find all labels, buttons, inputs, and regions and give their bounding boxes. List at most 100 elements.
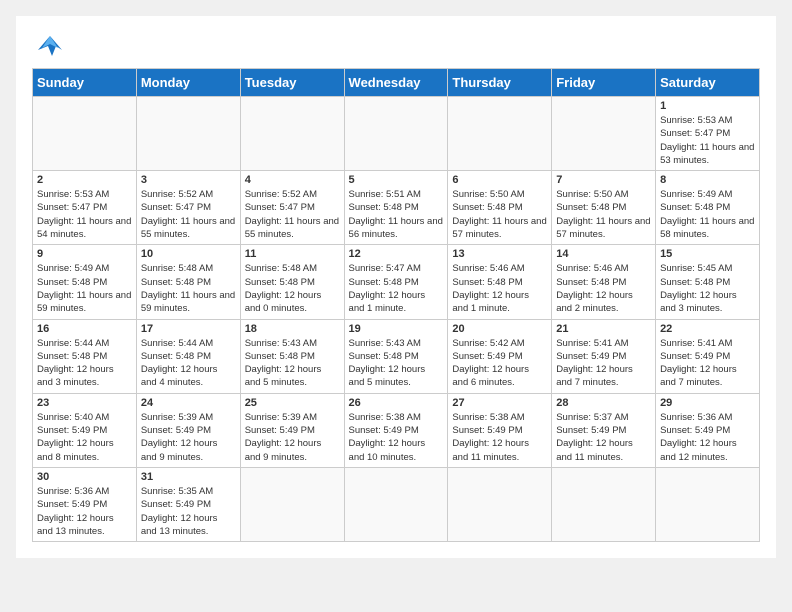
day-number: 14 — [556, 248, 651, 260]
day-info: Sunrise: 5:48 AM Sunset: 5:48 PM Dayligh… — [141, 262, 236, 315]
calendar-cell — [448, 97, 552, 171]
day-number: 6 — [452, 174, 547, 186]
day-info: Sunrise: 5:53 AM Sunset: 5:47 PM Dayligh… — [660, 114, 755, 167]
header — [32, 32, 760, 60]
day-number: 10 — [141, 248, 236, 260]
logo-icon — [32, 32, 68, 60]
day-info: Sunrise: 5:44 AM Sunset: 5:48 PM Dayligh… — [37, 337, 132, 390]
calendar-cell: 4 Sunrise: 5:52 AM Sunset: 5:47 PM Daylig… — [240, 171, 344, 245]
week-row-2: 2Sunrise: 5:53 AM Sunset: 5:47 PM Daylig… — [33, 171, 760, 245]
day-info: Sunrise: 5:46 AM Sunset: 5:48 PM Dayligh… — [452, 262, 547, 315]
day-number: 22 — [660, 323, 755, 335]
day-info: Sunrise: 5:43 AM Sunset: 5:48 PM Dayligh… — [245, 337, 340, 390]
calendar-cell: 1 Sunrise: 5:53 AM Sunset: 5:47 PM Daylig… — [656, 97, 760, 171]
calendar-cell — [552, 97, 656, 171]
day-info: Sunrise: 5:46 AM Sunset: 5:48 PM Dayligh… — [556, 262, 651, 315]
day-number: 31 — [141, 471, 236, 483]
calendar-cell: 11 Sunrise: 5:48 AM Sunset: 5:48 PM Dayli… — [240, 245, 344, 319]
day-number: 29 — [660, 397, 755, 409]
week-row-3: 9Sunrise: 5:49 AM Sunset: 5:48 PM Daylig… — [33, 245, 760, 319]
calendar-cell — [656, 467, 760, 541]
calendar-body: 1 Sunrise: 5:53 AM Sunset: 5:47 PM Daylig… — [33, 97, 760, 542]
calendar-cell: 29 Sunrise: 5:36 AM Sunset: 5:49 PM Dayli… — [656, 393, 760, 467]
calendar-cell: 23 Sunrise: 5:40 AM Sunset: 5:49 PM Dayli… — [33, 393, 137, 467]
calendar-cell: 31Sunrise: 5:35 AM Sunset: 5:49 PM Dayli… — [136, 467, 240, 541]
day-info: Sunrise: 5:43 AM Sunset: 5:48 PM Dayligh… — [349, 337, 444, 390]
calendar-cell: 18 Sunrise: 5:43 AM Sunset: 5:48 PM Dayli… — [240, 319, 344, 393]
calendar-cell — [240, 467, 344, 541]
day-info: Sunrise: 5:47 AM Sunset: 5:48 PM Dayligh… — [349, 262, 444, 315]
day-number: 12 — [349, 248, 444, 260]
day-number: 17 — [141, 323, 236, 335]
calendar-cell: 26Sunrise: 5:38 AM Sunset: 5:49 PM Dayli… — [344, 393, 448, 467]
day-info: Sunrise: 5:39 AM Sunset: 5:49 PM Dayligh… — [141, 411, 236, 464]
calendar-cell — [240, 97, 344, 171]
day-info: Sunrise: 5:44 AM Sunset: 5:48 PM Dayligh… — [141, 337, 236, 390]
day-number: 20 — [452, 323, 547, 335]
day-number: 16 — [37, 323, 132, 335]
day-info: Sunrise: 5:45 AM Sunset: 5:48 PM Dayligh… — [660, 262, 755, 315]
calendar-cell: 2Sunrise: 5:53 AM Sunset: 5:47 PM Daylig… — [33, 171, 137, 245]
week-row-4: 16 Sunrise: 5:44 AM Sunset: 5:48 PM Dayli… — [33, 319, 760, 393]
day-info: Sunrise: 5:50 AM Sunset: 5:48 PM Dayligh… — [556, 188, 651, 241]
calendar-cell — [136, 97, 240, 171]
day-info: Sunrise: 5:50 AM Sunset: 5:48 PM Dayligh… — [452, 188, 547, 241]
day-number: 2 — [37, 174, 132, 186]
day-info: Sunrise: 5:38 AM Sunset: 5:49 PM Dayligh… — [349, 411, 444, 464]
day-number: 3 — [141, 174, 236, 186]
day-info: Sunrise: 5:36 AM Sunset: 5:49 PM Dayligh… — [660, 411, 755, 464]
day-number: 24 — [141, 397, 236, 409]
day-number: 13 — [452, 248, 547, 260]
day-info: Sunrise: 5:40 AM Sunset: 5:49 PM Dayligh… — [37, 411, 132, 464]
calendar-cell — [448, 467, 552, 541]
day-info: Sunrise: 5:51 AM Sunset: 5:48 PM Dayligh… — [349, 188, 444, 241]
day-number: 18 — [245, 323, 340, 335]
day-info: Sunrise: 5:48 AM Sunset: 5:48 PM Dayligh… — [245, 262, 340, 315]
calendar-cell: 24 Sunrise: 5:39 AM Sunset: 5:49 PM Dayli… — [136, 393, 240, 467]
weekday-header-wednesday: Wednesday — [344, 69, 448, 97]
calendar-cell: 9Sunrise: 5:49 AM Sunset: 5:48 PM Daylig… — [33, 245, 137, 319]
day-number: 25 — [245, 397, 340, 409]
day-info: Sunrise: 5:36 AM Sunset: 5:49 PM Dayligh… — [37, 485, 132, 538]
calendar-cell — [344, 97, 448, 171]
weekday-header-tuesday: Tuesday — [240, 69, 344, 97]
calendar-cell: 5 Sunrise: 5:51 AM Sunset: 5:48 PM Daylig… — [344, 171, 448, 245]
calendar-cell: 7Sunrise: 5:50 AM Sunset: 5:48 PM Daylig… — [552, 171, 656, 245]
calendar-cell: 28 Sunrise: 5:37 AM Sunset: 5:49 PM Dayli… — [552, 393, 656, 467]
calendar-cell: 19Sunrise: 5:43 AM Sunset: 5:48 PM Dayli… — [344, 319, 448, 393]
day-number: 30 — [37, 471, 132, 483]
day-info: Sunrise: 5:49 AM Sunset: 5:48 PM Dayligh… — [660, 188, 755, 241]
day-info: Sunrise: 5:37 AM Sunset: 5:49 PM Dayligh… — [556, 411, 651, 464]
weekday-header-friday: Friday — [552, 69, 656, 97]
day-number: 27 — [452, 397, 547, 409]
calendar-cell: 6 Sunrise: 5:50 AM Sunset: 5:48 PM Daylig… — [448, 171, 552, 245]
day-number: 23 — [37, 397, 132, 409]
calendar-cell: 10 Sunrise: 5:48 AM Sunset: 5:48 PM Dayli… — [136, 245, 240, 319]
day-info: Sunrise: 5:38 AM Sunset: 5:49 PM Dayligh… — [452, 411, 547, 464]
day-number: 28 — [556, 397, 651, 409]
logo — [32, 32, 72, 60]
day-number: 11 — [245, 248, 340, 260]
weekday-row: SundayMondayTuesdayWednesdayThursdayFrid… — [33, 69, 760, 97]
day-number: 1 — [660, 100, 755, 112]
day-info: Sunrise: 5:52 AM Sunset: 5:47 PM Dayligh… — [141, 188, 236, 241]
calendar-cell: 3 Sunrise: 5:52 AM Sunset: 5:47 PM Daylig… — [136, 171, 240, 245]
day-number: 5 — [349, 174, 444, 186]
day-number: 4 — [245, 174, 340, 186]
day-info: Sunrise: 5:52 AM Sunset: 5:47 PM Dayligh… — [245, 188, 340, 241]
weekday-header-saturday: Saturday — [656, 69, 760, 97]
calendar-cell: 12 Sunrise: 5:47 AM Sunset: 5:48 PM Dayli… — [344, 245, 448, 319]
calendar-cell: 30 Sunrise: 5:36 AM Sunset: 5:49 PM Dayli… — [33, 467, 137, 541]
day-info: Sunrise: 5:41 AM Sunset: 5:49 PM Dayligh… — [660, 337, 755, 390]
calendar-cell: 20 Sunrise: 5:42 AM Sunset: 5:49 PM Dayli… — [448, 319, 552, 393]
calendar-cell: 17 Sunrise: 5:44 AM Sunset: 5:48 PM Dayli… — [136, 319, 240, 393]
day-number: 9 — [37, 248, 132, 260]
week-row-6: 30 Sunrise: 5:36 AM Sunset: 5:49 PM Dayli… — [33, 467, 760, 541]
day-info: Sunrise: 5:42 AM Sunset: 5:49 PM Dayligh… — [452, 337, 547, 390]
day-number: 8 — [660, 174, 755, 186]
calendar-cell: 8 Sunrise: 5:49 AM Sunset: 5:48 PM Daylig… — [656, 171, 760, 245]
day-number: 15 — [660, 248, 755, 260]
day-info: Sunrise: 5:41 AM Sunset: 5:49 PM Dayligh… — [556, 337, 651, 390]
calendar-cell: 27 Sunrise: 5:38 AM Sunset: 5:49 PM Dayli… — [448, 393, 552, 467]
calendar-cell: 25Sunrise: 5:39 AM Sunset: 5:49 PM Dayli… — [240, 393, 344, 467]
